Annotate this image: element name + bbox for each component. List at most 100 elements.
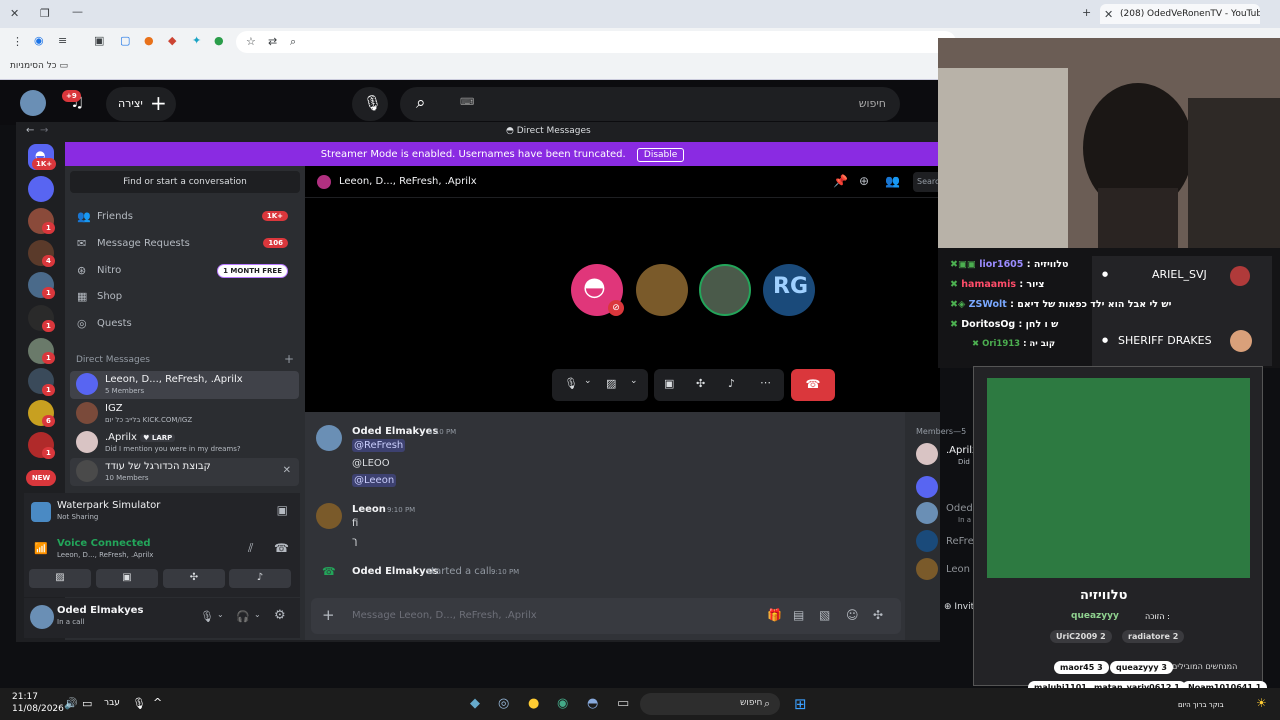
camera-off-button[interactable]: ▨ xyxy=(29,569,91,588)
avatar[interactable] xyxy=(916,502,938,524)
browser-tab-youtube[interactable]: ✕ (208) OdedVeRonenTV - YouTube xyxy=(1100,4,1260,24)
new-tab-icon[interactable]: + xyxy=(1082,7,1091,18)
screen-share-icon[interactable]: ▣ xyxy=(664,377,674,390)
activities-icon[interactable]: ✣ xyxy=(696,377,705,390)
dm-item-igz[interactable]: IGZ בלייב כל יום KICK.COM/IGZ xyxy=(70,400,299,428)
find-conversation-input[interactable]: Find or start a conversation xyxy=(70,171,300,193)
call-participant[interactable] xyxy=(699,264,751,316)
clock-date[interactable]: 11/08/2026 xyxy=(12,704,64,714)
camera-off-icon[interactable]: ▨ xyxy=(606,377,616,390)
apps-icon[interactable]: ✣ xyxy=(873,608,883,622)
avatar[interactable] xyxy=(20,90,46,116)
extension-icon[interactable]: ● xyxy=(214,35,224,46)
restore-window-icon[interactable]: ❐ xyxy=(40,8,50,19)
chrome-icon[interactable]: ◉ xyxy=(557,696,568,711)
emoji-icon[interactable]: ☺ xyxy=(846,608,859,622)
nav-quests[interactable]: ◎ Quests xyxy=(70,312,296,336)
weather-icon[interactable]: ☀ xyxy=(1256,696,1267,710)
add-dm-icon[interactable]: + xyxy=(284,352,294,366)
app-icon[interactable]: ◆ xyxy=(470,696,480,711)
soundboard-button[interactable]: ♪ xyxy=(229,569,291,588)
close-window-icon[interactable]: ✕ xyxy=(10,8,19,19)
taskbar-search[interactable]: חיפוש ⌕ xyxy=(640,693,780,715)
bookmarks-all[interactable]: כל הסימניות ▭ xyxy=(10,61,68,71)
nav-nitro[interactable]: ⊛ Nitro 1 MONTH FREE xyxy=(70,259,296,283)
network-icon[interactable]: ▭ xyxy=(82,697,92,710)
clock-time[interactable]: 21:17 xyxy=(12,692,38,702)
profile-icon[interactable]: ◉ xyxy=(34,35,44,46)
dm-item-group[interactable]: Leeon, D..., ReFresh, .Aprilx 5 Members xyxy=(70,371,299,399)
search-input[interactable]: ⌕ ⌨ חיפוש xyxy=(400,87,900,121)
avatar[interactable] xyxy=(916,530,938,552)
dm-item-football-group[interactable]: קבוצת הכדורגל של עודד 10 Members ✕ xyxy=(70,458,299,486)
screen-share-button[interactable]: ▣ xyxy=(96,569,158,588)
gift-icon[interactable]: 🎁 xyxy=(767,608,782,622)
volume-icon[interactable]: 🔊 xyxy=(64,697,78,710)
extension-icon[interactable]: ≡ xyxy=(58,35,67,46)
nav-shop[interactable]: ▦ Shop xyxy=(70,285,296,309)
headphones-icon[interactable]: 🎧 xyxy=(236,610,250,623)
zoom-icon[interactable]: ⌕ xyxy=(290,36,296,47)
gear-icon[interactable]: ⚙ xyxy=(274,608,286,623)
avatar[interactable] xyxy=(916,476,938,498)
windows-start-icon[interactable]: ⊞ xyxy=(794,695,807,713)
forward-arrow-icon[interactable]: → xyxy=(40,125,48,136)
disconnect-icon[interactable]: ☎ xyxy=(274,541,289,555)
mention[interactable]: @Leeon xyxy=(352,474,397,487)
attach-plus-icon[interactable]: + xyxy=(322,606,335,624)
soundboard-icon[interactable]: ♪ xyxy=(728,377,735,390)
mic-icon[interactable]: 🎙 xyxy=(200,610,214,623)
noise-suppression-icon[interactable]: ⫽ xyxy=(248,541,253,556)
create-button[interactable]: יצירה + xyxy=(106,87,176,121)
language-indicator[interactable]: עבר xyxy=(104,698,120,708)
more-dots-icon[interactable]: ⋯ xyxy=(760,376,771,389)
activities-button[interactable]: ✣ xyxy=(163,569,225,588)
close-tab-icon[interactable]: ✕ xyxy=(1104,9,1113,20)
chevron-down-icon[interactable]: ⌄ xyxy=(584,376,592,386)
mention[interactable]: @ReFresh xyxy=(352,439,406,452)
extension-icon[interactable]: ● xyxy=(144,35,154,46)
extension-icon[interactable]: ✦ xyxy=(192,35,201,46)
call-participant[interactable] xyxy=(636,264,688,316)
dm-item-aprilx[interactable]: .Aprilx ♥ LARP Did I mention you were in… xyxy=(70,429,299,457)
sticker-icon[interactable]: ▧ xyxy=(819,608,830,622)
close-icon[interactable]: ✕ xyxy=(283,465,291,476)
address-bar[interactable]: ☆ ⇄ ⌕ xyxy=(236,31,956,53)
chevron-down-icon[interactable]: ⌄ xyxy=(630,376,638,386)
avatar[interactable] xyxy=(916,443,938,465)
server-icon[interactable] xyxy=(28,176,54,202)
add-member-icon[interactable]: ⊕ xyxy=(859,174,869,188)
star-icon[interactable]: ☆ xyxy=(246,36,256,47)
menu-dots-icon[interactable]: ⋮ xyxy=(12,36,23,47)
task-view-icon[interactable]: ▭ xyxy=(617,696,629,711)
mic-icon[interactable]: 🎙 xyxy=(564,377,578,390)
nav-message-requests[interactable]: ✉ Message Requests 106 xyxy=(70,232,296,256)
members-icon[interactable]: 👥 xyxy=(885,174,900,188)
disable-streamer-button[interactable]: Disable xyxy=(636,148,685,162)
chevron-down-icon[interactable]: ⌄ xyxy=(217,610,224,619)
discord-icon[interactable]: ◓ xyxy=(587,696,598,711)
avatar[interactable] xyxy=(30,605,54,629)
steam-icon[interactable]: ◎ xyxy=(498,696,509,711)
gif-icon[interactable]: ▤ xyxy=(793,608,804,622)
share-icon[interactable]: ⇄ xyxy=(268,36,277,47)
avatar[interactable] xyxy=(916,558,938,580)
hang-up-button[interactable]: ☎ xyxy=(791,369,835,401)
message-author[interactable]: Oded Elmakyes xyxy=(352,426,438,437)
mic-button[interactable]: 🎙 xyxy=(352,87,388,121)
member-name[interactable]: Oded xyxy=(946,503,973,514)
puzzle-icon[interactable]: ▣ xyxy=(94,35,104,46)
pin-icon[interactable]: 📌 xyxy=(833,174,848,188)
back-arrow-icon[interactable]: ← xyxy=(26,125,34,136)
chevron-up-icon[interactable]: ^ xyxy=(153,696,162,709)
avatar[interactable] xyxy=(316,425,342,451)
message-input[interactable]: Message Leeon, D..., ReFresh, .Aprilx xyxy=(352,610,537,621)
mic-icon[interactable]: 🎙 xyxy=(132,697,146,710)
chevron-down-icon[interactable]: ⌄ xyxy=(254,610,261,619)
message-author[interactable]: Leeon xyxy=(352,504,386,515)
nav-friends[interactable]: 👥 Friends 1K+ xyxy=(70,205,296,229)
extension-icon[interactable]: ▢ xyxy=(120,35,130,46)
extension-icon[interactable]: ◆ xyxy=(168,35,176,46)
call-participant[interactable]: RG xyxy=(763,264,815,316)
minimize-window-icon[interactable]: — xyxy=(72,6,83,17)
